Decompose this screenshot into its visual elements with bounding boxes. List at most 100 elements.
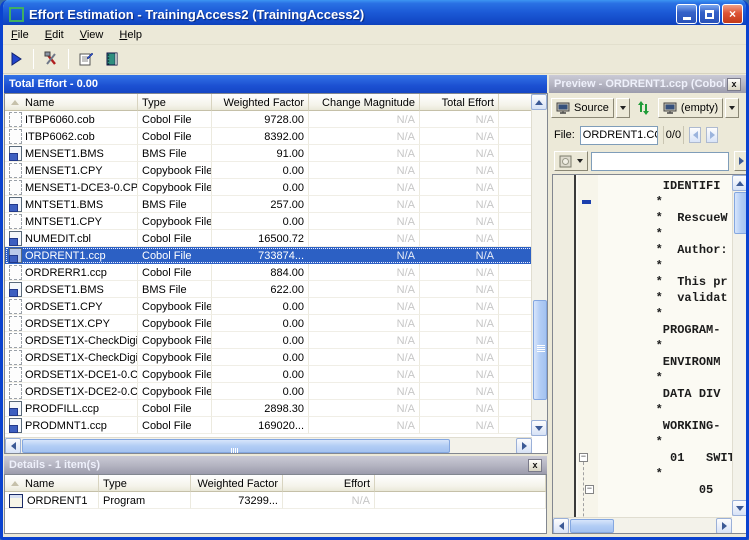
notebook-button[interactable] [99,47,125,71]
collapsed-region-icon[interactable] [582,200,591,204]
fold-collapse-icon[interactable]: − [585,485,594,494]
code-horizontal-scrollbar[interactable] [553,517,732,533]
scroll-down-button[interactable] [732,500,748,516]
column-header-name[interactable]: Name [5,94,138,111]
details-column-header-effort[interactable]: Effort [283,475,375,492]
code-line: 01 SWIT [598,450,748,466]
preview-toolbar-3 [554,149,749,173]
preview-close-button[interactable]: x [727,78,741,91]
report-button[interactable] [73,47,99,71]
maximize-button[interactable] [699,4,720,24]
scroll-thumb[interactable] [22,439,450,453]
table-row[interactable]: PRODFILL.ccpCobol File2898.30N/AN/A [5,400,547,417]
source-button[interactable]: Source [551,98,614,118]
scroll-down-button[interactable] [531,420,547,436]
table-horizontal-scrollbar[interactable] [5,437,532,453]
code-vertical-scrollbar[interactable] [732,175,748,516]
column-header-total-effort[interactable]: Total Effort [420,94,499,111]
search-input[interactable] [591,152,729,171]
empty-dropdown-button[interactable] [725,98,739,118]
arrow-up-icon [736,181,744,186]
details-close-button[interactable]: x [528,459,542,472]
source-dropdown-button[interactable] [616,98,630,118]
code-line: * This pr [598,274,748,290]
code-viewer: −−− IDENTIFI * * RescueW * * Author: * *… [552,174,749,534]
titlebar[interactable]: Effort Estimation - TrainingAccess2 (Tra… [0,0,749,28]
table-row[interactable]: ORDSET1X-DCE2-0.CPYCopybook File0.00N/AN… [5,383,547,400]
scroll-thumb[interactable] [570,519,614,533]
main-toolbar [3,45,746,74]
table-row[interactable]: ORDRENT1.ccpCobol File733874...N/AN/A [5,247,547,264]
empty-target-button[interactable]: (empty) [658,98,723,118]
table-row[interactable]: ORDSET1.CPYCopybook File0.00N/AN/A [5,298,547,315]
preview-toolbar-1: Source (empty) [551,95,746,121]
table-row[interactable]: MNTSET1.CPYCopybook File0.00N/AN/A [5,213,547,230]
file-combobox[interactable]: ORDRENT1.CCP [580,126,658,145]
toolbar-separator [68,49,69,69]
scroll-right-button[interactable] [516,438,532,454]
table-row[interactable]: NUMEDIT.cblCobol File16500.72N/AN/A [5,230,547,247]
scroll-left-button[interactable] [553,518,569,534]
code-line: DATA DIV [598,386,748,402]
table-body: ITBP6060.cobCobol File9728.00N/AN/AITBP6… [5,111,547,434]
table-row[interactable]: MNTSET1.BMSBMS File257.00N/AN/A [5,196,547,213]
details-column-header-type[interactable]: Type [99,475,191,492]
table-row[interactable]: ORDSET1.BMSBMS File622.00N/AN/A [5,281,547,298]
file-label: File: [554,129,575,141]
column-header-weighted-factor[interactable]: Weighted Factor [212,94,309,111]
run-icon [8,51,24,67]
fold-collapse-icon[interactable]: − [579,453,588,462]
details-column-header-name[interactable]: Name [5,475,99,492]
run-button[interactable] [3,47,29,71]
sort-ascending-icon [11,481,19,486]
table-row[interactable]: ITBP6060.cobCobol File9728.00N/AN/A [5,111,547,128]
tools-button[interactable] [38,47,64,71]
menu-item-help[interactable]: Help [111,26,150,44]
table-row[interactable]: MENSET1-DCE3-0.CPYCopybook File0.00N/AN/… [5,179,547,196]
column-header-change-magnitude[interactable]: Change Magnitude [309,94,420,111]
code-line: * RescueW [598,210,748,226]
menu-item-view[interactable]: View [72,26,112,44]
table-row[interactable]: ORDSET1X-CheckDigi...Copybook File0.00N/… [5,332,547,349]
doc-dotted [9,214,22,229]
code-line: * [598,370,748,386]
scroll-up-button[interactable] [732,175,748,191]
close-button[interactable]: × [722,4,743,24]
refresh-icon[interactable] [636,100,652,116]
doc-dotted [9,129,22,144]
table-vertical-scrollbar[interactable] [531,94,547,436]
menu-item-edit[interactable]: Edit [37,26,72,44]
arrow-left-icon [559,522,564,530]
scroll-thumb[interactable] [734,192,748,234]
match-counter: 0/0 [663,126,684,144]
table-row[interactable]: ORDSET1X.CPYCopybook File0.00N/AN/A [5,315,547,332]
details-column-header-weighted-factor[interactable]: Weighted Factor [191,475,283,492]
next-match-button[interactable] [706,127,718,143]
prev-match-button[interactable] [689,127,701,143]
go-button[interactable] [734,151,749,171]
table-row[interactable]: ITBP6062.cobCobol File8392.00N/AN/A [5,128,547,145]
details-table: NameTypeWeighted FactorEffort ORDRENT1Pr… [4,474,547,534]
scroll-up-button[interactable] [531,94,547,110]
minimize-button[interactable] [676,4,697,24]
chevron-down-icon [577,159,583,163]
table-row[interactable]: ORDRERR1.ccpCobol File884.00N/AN/A [5,264,547,281]
scroll-thumb[interactable] [533,300,547,400]
table-row[interactable]: MENSET1.CPYCopybook File0.00N/AN/A [5,162,547,179]
doc-solid [9,418,22,433]
code-line: * [598,338,748,354]
table-row[interactable]: ORDSET1X-CheckDigi...Copybook File0.00N/… [5,349,547,366]
search-mode-button[interactable] [554,151,588,171]
table-row[interactable]: PRODMNT1.ccpCobol File169020...N/AN/A [5,417,547,434]
arrow-left-icon [693,131,698,139]
total-effort-table: NameTypeWeighted FactorChange MagnitudeT… [4,93,548,454]
scroll-left-button[interactable] [5,438,21,454]
table-row[interactable]: ORDSET1X-DCE1-0.CPYCopybook File0.00N/AN… [5,366,547,383]
scroll-right-button[interactable] [716,518,732,534]
menu-item-file[interactable]: File [3,26,37,44]
table-row[interactable]: MENSET1.BMSBMS File91.00N/AN/A [5,145,547,162]
column-header-type[interactable]: Type [138,94,212,111]
total-effort-panel-header: Total Effort - 0.00 [4,75,547,93]
toolbar-separator [33,49,34,69]
details-row[interactable]: ORDRENT1Program73299...N/A [5,492,546,509]
